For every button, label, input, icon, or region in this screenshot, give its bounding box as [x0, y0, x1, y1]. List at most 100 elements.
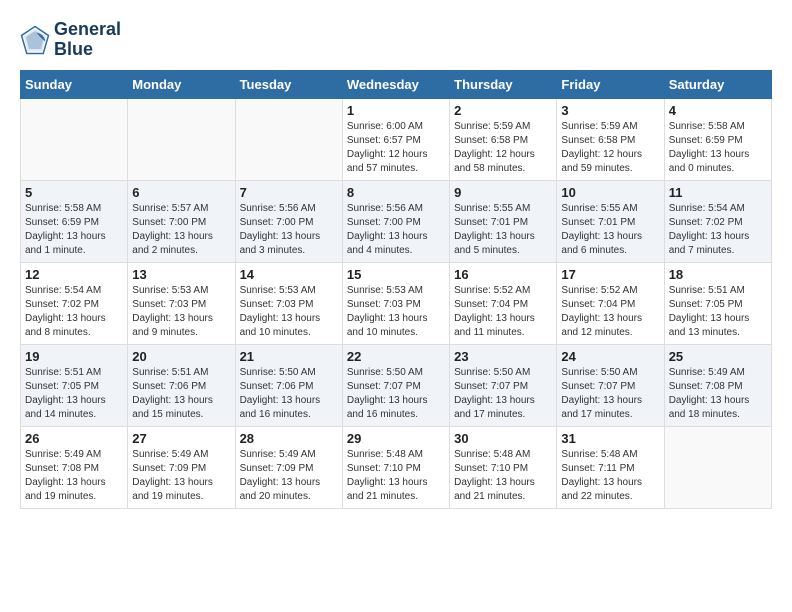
page-header: General Blue — [20, 20, 772, 60]
day-number: 13 — [132, 267, 230, 282]
day-info: Sunrise: 5:53 AM Sunset: 7:03 PM Dayligh… — [132, 284, 230, 340]
calendar-cell: 11 Sunrise: 5:54 AM Sunset: 7:02 PM Dayli… — [664, 180, 771, 262]
calendar-cell: 21 Sunrise: 5:50 AM Sunset: 7:06 PM Dayli… — [235, 344, 342, 426]
calendar-cell: 19 Sunrise: 5:51 AM Sunset: 7:05 PM Dayli… — [21, 344, 128, 426]
day-number: 1 — [347, 103, 445, 118]
weekday-header: Wednesday — [342, 70, 449, 98]
calendar-cell: 29 Sunrise: 5:48 AM Sunset: 7:10 PM Dayli… — [342, 426, 449, 508]
calendar-cell: 1Sunrise: 6:00 AM Sunset: 6:57 PM Daylig… — [342, 98, 449, 180]
calendar-cell: 7 Sunrise: 5:56 AM Sunset: 7:00 PM Daylig… — [235, 180, 342, 262]
day-number: 30 — [454, 431, 552, 446]
day-number: 11 — [669, 185, 767, 200]
calendar-cell: 28Sunrise: 5:49 AM Sunset: 7:09 PM Dayli… — [235, 426, 342, 508]
day-number: 5 — [25, 185, 123, 200]
day-info: Sunrise: 5:49 AM Sunset: 7:09 PM Dayligh… — [240, 448, 338, 504]
calendar-cell: 15 Sunrise: 5:53 AM Sunset: 7:03 PM Dayli… — [342, 262, 449, 344]
day-number: 4 — [669, 103, 767, 118]
calendar-cell: 10 Sunrise: 5:55 AM Sunset: 7:01 PM Dayli… — [557, 180, 664, 262]
day-info: Sunrise: 5:50 AM Sunset: 7:07 PM Dayligh… — [561, 366, 659, 422]
day-info: Sunrise: 5:54 AM Sunset: 7:02 PM Dayligh… — [669, 202, 767, 258]
calendar-cell: 25 Sunrise: 5:49 AM Sunset: 7:08 PM Dayli… — [664, 344, 771, 426]
calendar-cell: 2 Sunrise: 5:59 AM Sunset: 6:58 PM Daylig… — [450, 98, 557, 180]
calendar-cell: 3 Sunrise: 5:59 AM Sunset: 6:58 PM Daylig… — [557, 98, 664, 180]
calendar-cell: 13 Sunrise: 5:53 AM Sunset: 7:03 PM Dayli… — [128, 262, 235, 344]
weekday-header: Saturday — [664, 70, 771, 98]
day-number: 23 — [454, 349, 552, 364]
weekday-header: Sunday — [21, 70, 128, 98]
day-info: Sunrise: 5:51 AM Sunset: 7:06 PM Dayligh… — [132, 366, 230, 422]
day-number: 21 — [240, 349, 338, 364]
calendar-cell: 16Sunrise: 5:52 AM Sunset: 7:04 PM Dayli… — [450, 262, 557, 344]
calendar-body: 1Sunrise: 6:00 AM Sunset: 6:57 PM Daylig… — [21, 98, 772, 508]
calendar-cell — [128, 98, 235, 180]
day-number: 19 — [25, 349, 123, 364]
day-info: Sunrise: 5:49 AM Sunset: 7:09 PM Dayligh… — [132, 448, 230, 504]
day-number: 12 — [25, 267, 123, 282]
calendar-week-row: 1Sunrise: 6:00 AM Sunset: 6:57 PM Daylig… — [21, 98, 772, 180]
calendar-cell — [664, 426, 771, 508]
day-info: Sunrise: 5:56 AM Sunset: 7:00 PM Dayligh… — [240, 202, 338, 258]
day-info: Sunrise: 5:50 AM Sunset: 7:06 PM Dayligh… — [240, 366, 338, 422]
day-number: 18 — [669, 267, 767, 282]
day-info: Sunrise: 5:55 AM Sunset: 7:01 PM Dayligh… — [454, 202, 552, 258]
day-info: Sunrise: 5:58 AM Sunset: 6:59 PM Dayligh… — [669, 120, 767, 176]
calendar-week-row: 5 Sunrise: 5:58 AM Sunset: 6:59 PM Daylig… — [21, 180, 772, 262]
logo: General Blue — [20, 20, 121, 60]
day-info: Sunrise: 5:52 AM Sunset: 7:04 PM Dayligh… — [561, 284, 659, 340]
day-number: 7 — [240, 185, 338, 200]
calendar-table: SundayMondayTuesdayWednesdayThursdayFrid… — [20, 70, 772, 509]
day-info: Sunrise: 5:57 AM Sunset: 7:00 PM Dayligh… — [132, 202, 230, 258]
calendar-week-row: 12 Sunrise: 5:54 AM Sunset: 7:02 PM Dayli… — [21, 262, 772, 344]
calendar-cell: 26 Sunrise: 5:49 AM Sunset: 7:08 PM Dayli… — [21, 426, 128, 508]
logo-icon — [20, 25, 50, 55]
day-info: Sunrise: 5:51 AM Sunset: 7:05 PM Dayligh… — [25, 366, 123, 422]
day-info: Sunrise: 5:55 AM Sunset: 7:01 PM Dayligh… — [561, 202, 659, 258]
day-info: Sunrise: 5:54 AM Sunset: 7:02 PM Dayligh… — [25, 284, 123, 340]
calendar-cell: 8 Sunrise: 5:56 AM Sunset: 7:00 PM Daylig… — [342, 180, 449, 262]
calendar-cell: 4 Sunrise: 5:58 AM Sunset: 6:59 PM Daylig… — [664, 98, 771, 180]
day-info: Sunrise: 5:49 AM Sunset: 7:08 PM Dayligh… — [669, 366, 767, 422]
day-info: Sunrise: 5:53 AM Sunset: 7:03 PM Dayligh… — [347, 284, 445, 340]
calendar-cell: 18Sunrise: 5:51 AM Sunset: 7:05 PM Dayli… — [664, 262, 771, 344]
calendar-week-row: 19 Sunrise: 5:51 AM Sunset: 7:05 PM Dayli… — [21, 344, 772, 426]
logo-text: General Blue — [54, 20, 121, 60]
day-info: Sunrise: 5:58 AM Sunset: 6:59 PM Dayligh… — [25, 202, 123, 258]
day-number: 3 — [561, 103, 659, 118]
day-info: Sunrise: 5:59 AM Sunset: 6:58 PM Dayligh… — [454, 120, 552, 176]
day-info: Sunrise: 5:52 AM Sunset: 7:04 PM Dayligh… — [454, 284, 552, 340]
weekday-header: Monday — [128, 70, 235, 98]
calendar-cell: 22 Sunrise: 5:50 AM Sunset: 7:07 PM Dayli… — [342, 344, 449, 426]
day-info: Sunrise: 5:50 AM Sunset: 7:07 PM Dayligh… — [347, 366, 445, 422]
weekday-header: Thursday — [450, 70, 557, 98]
calendar-cell: 14Sunrise: 5:53 AM Sunset: 7:03 PM Dayli… — [235, 262, 342, 344]
calendar-cell: 27Sunrise: 5:49 AM Sunset: 7:09 PM Dayli… — [128, 426, 235, 508]
day-info: Sunrise: 5:48 AM Sunset: 7:11 PM Dayligh… — [561, 448, 659, 504]
calendar-cell: 31Sunrise: 5:48 AM Sunset: 7:11 PM Dayli… — [557, 426, 664, 508]
calendar-cell: 6 Sunrise: 5:57 AM Sunset: 7:00 PM Daylig… — [128, 180, 235, 262]
calendar-cell: 23Sunrise: 5:50 AM Sunset: 7:07 PM Dayli… — [450, 344, 557, 426]
calendar-cell: 12 Sunrise: 5:54 AM Sunset: 7:02 PM Dayli… — [21, 262, 128, 344]
calendar-header: SundayMondayTuesdayWednesdayThursdayFrid… — [21, 70, 772, 98]
day-number: 22 — [347, 349, 445, 364]
day-number: 24 — [561, 349, 659, 364]
calendar-cell — [235, 98, 342, 180]
weekday-row: SundayMondayTuesdayWednesdayThursdayFrid… — [21, 70, 772, 98]
day-info: Sunrise: 5:59 AM Sunset: 6:58 PM Dayligh… — [561, 120, 659, 176]
day-info: Sunrise: 5:49 AM Sunset: 7:08 PM Dayligh… — [25, 448, 123, 504]
day-info: Sunrise: 5:48 AM Sunset: 7:10 PM Dayligh… — [454, 448, 552, 504]
day-number: 26 — [25, 431, 123, 446]
calendar-cell — [21, 98, 128, 180]
day-number: 14 — [240, 267, 338, 282]
day-number: 2 — [454, 103, 552, 118]
day-number: 8 — [347, 185, 445, 200]
day-number: 17 — [561, 267, 659, 282]
day-number: 10 — [561, 185, 659, 200]
day-info: Sunrise: 5:56 AM Sunset: 7:00 PM Dayligh… — [347, 202, 445, 258]
day-info: Sunrise: 5:48 AM Sunset: 7:10 PM Dayligh… — [347, 448, 445, 504]
day-number: 29 — [347, 431, 445, 446]
calendar-cell: 17 Sunrise: 5:52 AM Sunset: 7:04 PM Dayli… — [557, 262, 664, 344]
day-number: 25 — [669, 349, 767, 364]
day-number: 6 — [132, 185, 230, 200]
day-number: 15 — [347, 267, 445, 282]
calendar-cell: 20Sunrise: 5:51 AM Sunset: 7:06 PM Dayli… — [128, 344, 235, 426]
